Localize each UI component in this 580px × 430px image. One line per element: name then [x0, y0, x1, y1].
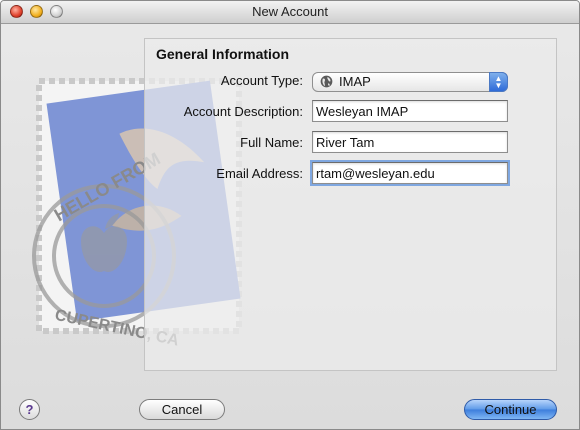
general-information-panel: General Information Account Type: IMAP ▲…	[144, 38, 557, 371]
account-description-field-frame	[312, 100, 508, 122]
section-heading: General Information	[156, 46, 290, 62]
popup-arrows-icon: ▲ ▼	[489, 72, 508, 92]
globe-icon	[320, 75, 333, 88]
full-name-field[interactable]	[316, 133, 502, 151]
account-description-field[interactable]	[316, 102, 502, 120]
title-bar: New Account	[1, 1, 579, 24]
new-account-window: New Account HELLO FROM CUPERTINO, CA Gen…	[0, 0, 580, 430]
full-name-label: Full Name:	[240, 135, 303, 150]
account-type-popup[interactable]: IMAP ▲ ▼	[312, 72, 508, 92]
full-name-field-frame	[312, 131, 508, 153]
account-description-label: Account Description:	[183, 104, 303, 119]
email-address-field[interactable]	[316, 164, 502, 182]
account-type-value: IMAP	[339, 74, 371, 89]
help-button[interactable]: ?	[19, 399, 40, 420]
continue-button[interactable]: Continue	[464, 399, 557, 420]
account-type-label: Account Type:	[220, 73, 303, 88]
email-address-label: Email Address:	[216, 166, 303, 181]
window-title: New Account	[252, 4, 328, 19]
email-address-field-frame	[312, 162, 508, 184]
cancel-button[interactable]: Cancel	[139, 399, 225, 420]
